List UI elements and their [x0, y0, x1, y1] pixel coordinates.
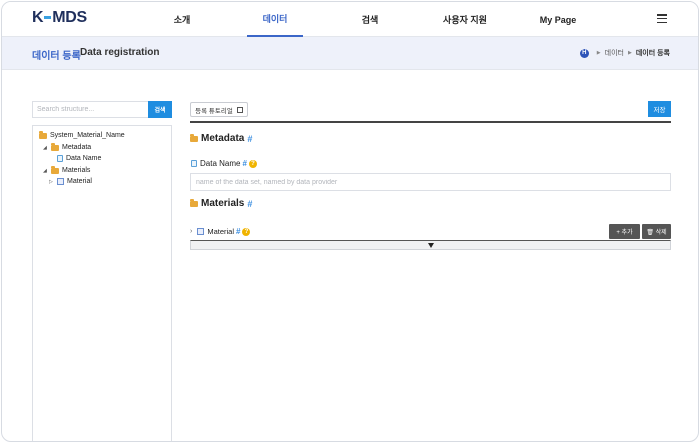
breadcrumb-data[interactable]: 데이터	[605, 48, 624, 58]
structure-search-button[interactable]: 검색	[148, 101, 172, 118]
logo-k: K	[32, 9, 44, 26]
logo-dash	[44, 15, 52, 19]
structure-tree: System_Material_Name ◢ Metadata Data Nam…	[32, 125, 172, 441]
breadcrumb-data-registration: 데이터 등록	[635, 50, 670, 57]
tree-item-metadata[interactable]: ◢ Metadata	[43, 143, 92, 151]
folder-icon	[39, 131, 47, 139]
kmds-logo[interactable]: K MDS	[32, 9, 87, 27]
tree-item-data-name[interactable]: Data Name	[57, 155, 101, 162]
tree-item-material[interactable]: ▷ Material	[49, 178, 92, 185]
tree-item-label: Data Name	[66, 155, 102, 162]
page-title-english: Data registration	[80, 47, 160, 58]
structure-search-input[interactable]	[32, 101, 148, 118]
folder-icon	[51, 143, 59, 151]
page-title-band: 데이터 등록 Data registration H ▶ 데이터 ▶ 데이터 등…	[2, 37, 698, 70]
help-icon[interactable]: ?	[248, 159, 257, 168]
expanded-triangle-icon[interactable]: ◢	[43, 168, 48, 174]
nav-intro[interactable]: 소개	[147, 2, 217, 37]
save-button[interactable]: 저장	[648, 101, 671, 117]
nav-my-page[interactable]: My Page	[522, 2, 594, 37]
material-row-label: Material	[207, 227, 235, 236]
data-name-field-label: Data Name # ?	[191, 159, 257, 168]
collapsed-triangle-icon[interactable]: ▷	[49, 179, 54, 185]
tree-item-label: Material	[67, 178, 92, 185]
anchor-hash-link[interactable]: #	[247, 199, 252, 209]
book-icon	[236, 106, 243, 113]
material-row: › Material # ?	[190, 227, 251, 236]
tree-item-root[interactable]: System_Material_Name	[39, 131, 125, 139]
expanded-triangle-icon[interactable]: ◢	[43, 145, 48, 151]
hamburger-menu-icon[interactable]	[657, 14, 667, 24]
triangle-down-icon	[427, 242, 434, 248]
metadata-section-title: Metadata #	[190, 133, 252, 144]
folder-icon	[51, 166, 59, 174]
field-label-text: Data Name	[200, 159, 241, 168]
browser-frame: K MDS 소개 데이터 검색 사용자 지원 My Page 데이터 등록 Da…	[1, 1, 699, 442]
data-name-input[interactable]	[190, 173, 671, 191]
page-title-korean: 데이터 등록	[32, 51, 81, 62]
delete-material-button[interactable]: 🗑 삭제	[642, 224, 671, 239]
breadcrumb-separator-icon: ▶	[596, 50, 601, 56]
tree-item-materials[interactable]: ◢ Materials	[43, 166, 91, 174]
logo-mds: MDS	[52, 9, 87, 26]
tutorial-button-label: 등록 튜토리얼	[195, 107, 233, 115]
add-material-button[interactable]: + 추가	[609, 224, 640, 239]
material-object-icon	[57, 178, 64, 185]
breadcrumb-separator-icon: ▶	[627, 50, 632, 56]
expand-materials-bar[interactable]	[190, 240, 671, 250]
toolbar-divider	[190, 121, 671, 123]
folder-icon	[190, 134, 198, 142]
material-object-icon	[197, 228, 205, 235]
chevron-right-icon[interactable]: ›	[190, 228, 192, 235]
nav-search[interactable]: 검색	[332, 2, 408, 37]
anchor-hash-link[interactable]: #	[242, 159, 246, 168]
anchor-hash-link[interactable]: #	[247, 134, 252, 144]
anchor-hash-link[interactable]: #	[236, 227, 240, 236]
nav-user-support[interactable]: 사용자 지원	[427, 2, 503, 37]
tree-item-label: Materials	[62, 167, 91, 174]
breadcrumb: H ▶ 데이터 ▶ 데이터 등록	[579, 48, 670, 58]
tree-item-label: System_Material_Name	[50, 132, 125, 139]
field-icon	[57, 155, 63, 162]
help-icon[interactable]: ?	[242, 227, 251, 236]
home-icon[interactable]: H	[579, 48, 589, 58]
materials-section-title: Materials #	[190, 198, 252, 209]
nav-data[interactable]: 데이터	[247, 2, 303, 37]
registration-tutorial-button[interactable]: 등록 튜토리얼	[190, 102, 248, 117]
field-icon	[191, 160, 197, 167]
section-title-label: Metadata	[201, 133, 245, 144]
tree-item-label: Metadata	[62, 144, 92, 151]
top-navigation-bar: K MDS 소개 데이터 검색 사용자 지원 My Page	[2, 2, 698, 37]
folder-icon	[190, 199, 198, 207]
section-title-label: Materials	[201, 198, 245, 209]
